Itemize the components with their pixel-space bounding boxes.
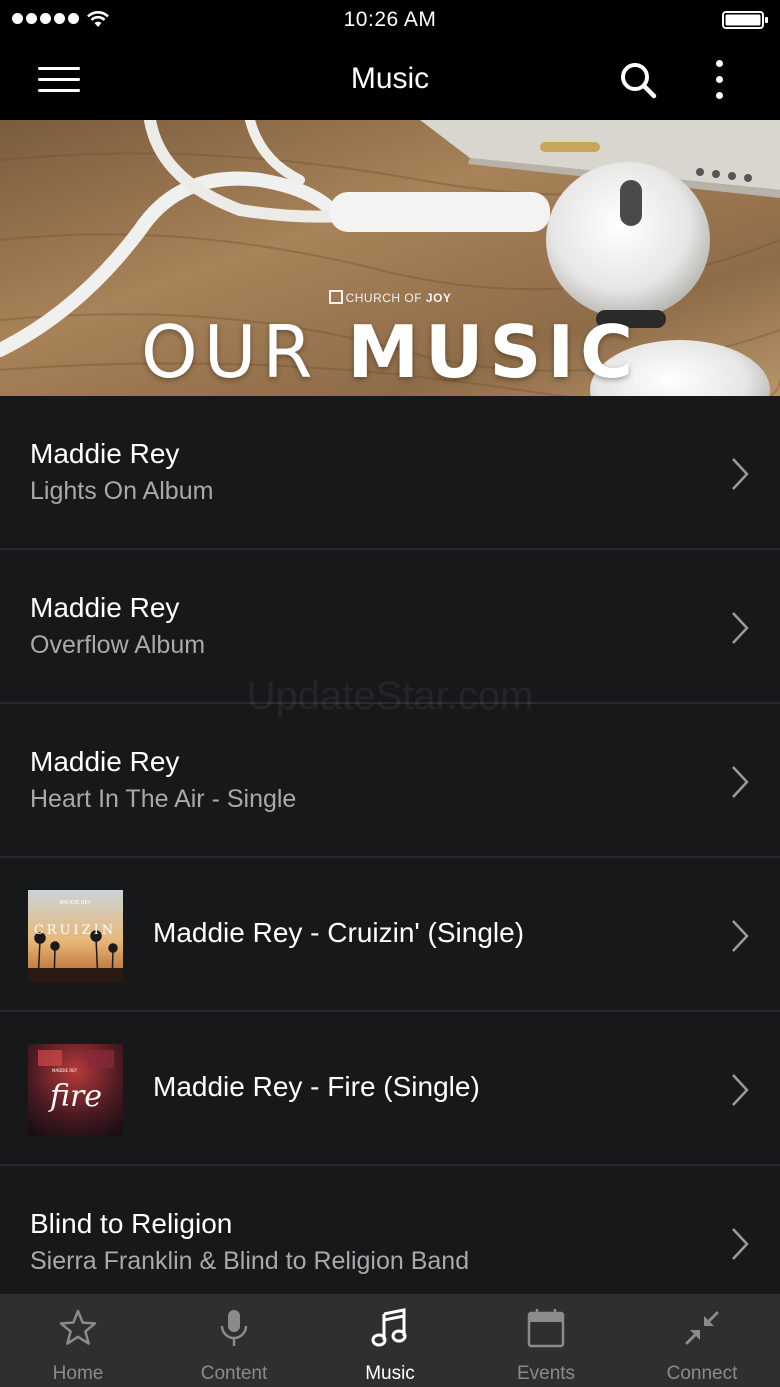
hero-brand-bold: JOY — [425, 291, 452, 305]
status-bar: 10:26 AM — [0, 0, 780, 40]
tab-content[interactable]: Content — [156, 1294, 312, 1387]
microphone-icon — [220, 1310, 248, 1346]
list-item[interactable]: MADDIE REY CRUIZIN Maddie Rey - Cruizin'… — [0, 858, 780, 1012]
album-art-title: CRUIZIN — [34, 923, 116, 938]
battery-icon — [722, 11, 768, 29]
hero-banner: CHURCH OF JOY OUR MUSIC — [0, 120, 780, 396]
tab-label: Connect — [666, 1363, 738, 1384]
tab-home[interactable]: Home — [0, 1294, 156, 1387]
more-options-icon[interactable] — [708, 56, 732, 102]
hero-title-bold: MUSIC — [347, 310, 639, 394]
album-art-small-label: MADDIE REY — [52, 1068, 78, 1073]
list-item-title: Maddie Rey — [30, 592, 180, 623]
tab-music[interactable]: Music — [312, 1294, 468, 1387]
album-art-cruizin: MADDIE REY CRUIZIN — [28, 890, 123, 982]
navigation-bar: Music — [0, 40, 780, 120]
chevron-right-icon — [732, 1228, 749, 1260]
star-icon — [59, 1309, 97, 1345]
list-item-title: Maddie Rey — [30, 438, 180, 469]
tab-connect[interactable]: Connect — [624, 1294, 780, 1387]
album-art-small-label: MADDIE REY — [59, 900, 91, 906]
tab-label: Events — [516, 1363, 576, 1384]
list-item-title: Maddie Rey — [30, 746, 180, 777]
compress-arrows-icon — [685, 1311, 719, 1345]
chevron-right-icon — [732, 920, 749, 952]
list-item-subtitle: Overflow Album — [30, 631, 206, 659]
hero-brand-prefix: CHURCH OF — [345, 291, 426, 305]
tab-bar: Home Content Music Events Connect — [0, 1294, 780, 1387]
album-art-title: fire — [48, 1079, 102, 1114]
list-item-title: Blind to Religion — [30, 1208, 233, 1239]
list-item-subtitle: Sierra Franklin & Blind to Religion Band — [30, 1247, 470, 1275]
church-logo-icon — [328, 290, 343, 304]
tab-label: Content — [200, 1363, 268, 1384]
list-item[interactable]: MADDIE REY fire Maddie Rey - Fire (Singl… — [0, 1012, 780, 1166]
chevron-right-icon — [732, 766, 749, 798]
calendar-icon — [527, 1309, 565, 1348]
list-item[interactable]: Maddie Rey Heart In The Air - Single — [0, 704, 780, 858]
music-list: Maddie Rey Lights On Album Maddie Rey Ov… — [0, 396, 780, 1294]
chevron-right-icon — [732, 458, 749, 490]
tab-label: Home — [52, 1363, 104, 1384]
hero-title: OUR MUSIC — [0, 310, 780, 394]
tab-label: Music — [365, 1363, 415, 1384]
chevron-right-icon — [732, 1074, 749, 1106]
list-item-subtitle: Heart In The Air - Single — [30, 785, 297, 813]
list-item[interactable]: Maddie Rey Overflow Album — [0, 550, 780, 704]
tab-events[interactable]: Events — [468, 1294, 624, 1387]
hero-brand: CHURCH OF JOY — [0, 290, 780, 305]
search-icon[interactable] — [618, 60, 658, 100]
music-note-icon — [371, 1308, 407, 1347]
hero-title-light: OUR — [141, 310, 348, 394]
list-item-title: Maddie Rey - Cruizin' (Single) — [153, 917, 525, 948]
list-item[interactable]: Maddie Rey Lights On Album — [0, 396, 780, 550]
chevron-right-icon — [732, 612, 749, 644]
status-time: 10:26 AM — [343, 8, 437, 31]
album-art-fire: MADDIE REY fire — [28, 1044, 123, 1136]
page-title: Music — [350, 62, 430, 95]
list-item-title: Maddie Rey - Fire (Single) — [153, 1071, 480, 1102]
list-item-subtitle: Lights On Album — [30, 477, 214, 505]
list-item[interactable]: Blind to Religion Sierra Franklin & Blin… — [0, 1166, 780, 1294]
